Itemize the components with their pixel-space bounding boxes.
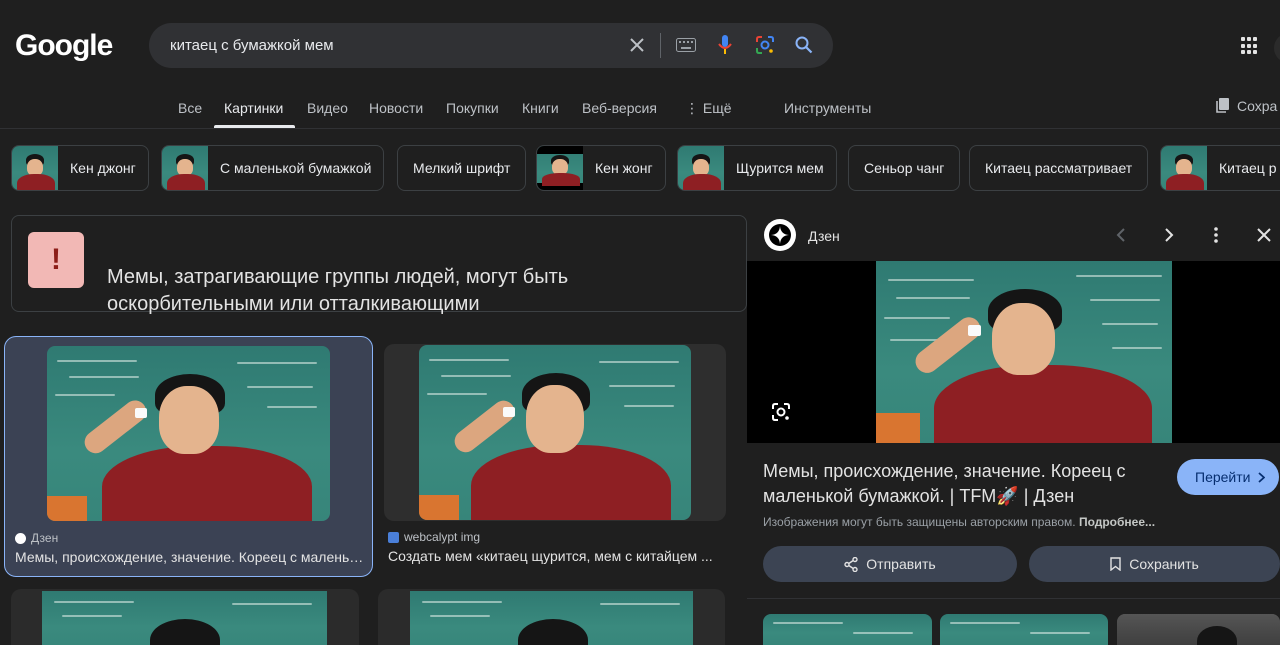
- chip-thumbnail: [537, 146, 583, 190]
- result-card[interactable]: [378, 589, 725, 645]
- search-input[interactable]: китаец с бумажкой мем: [170, 37, 334, 54]
- related-image[interactable]: [940, 614, 1108, 645]
- result-title[interactable]: Мемы, происхождение, значение. Кореец с …: [15, 549, 365, 565]
- bookmark-icon: [1110, 557, 1121, 571]
- result-source: webcalypt img: [388, 530, 480, 544]
- preview-image[interactable]: [876, 261, 1172, 443]
- more-vert-icon[interactable]: [1205, 224, 1227, 246]
- lens-search-icon[interactable]: [769, 400, 793, 424]
- previous-icon[interactable]: [1110, 224, 1132, 246]
- result-card[interactable]: Дзен Мемы, происхождение, значение. Коре…: [4, 336, 373, 577]
- webcalypt-favicon-icon: [388, 531, 399, 543]
- tab-all[interactable]: Все: [178, 100, 202, 116]
- image-preview-panel: Дзен Мемы, происхождение, значение. Коре…: [747, 212, 1280, 645]
- saved-icon[interactable]: [1216, 98, 1230, 113]
- warning-icon: !: [28, 232, 84, 288]
- chip-label: Кен жонг: [595, 160, 653, 176]
- google-logo[interactable]: Google: [15, 29, 113, 63]
- share-button[interactable]: Отправить: [763, 546, 1017, 582]
- chip-label: Сеньор чанг: [864, 160, 945, 176]
- search-box[interactable]: китаец с бумажкой мем: [149, 23, 833, 68]
- result-card[interactable]: [11, 589, 359, 645]
- chip-label: Щурится мем: [736, 160, 824, 176]
- tab-images[interactable]: Картинки: [224, 100, 283, 116]
- search-divider: [660, 33, 661, 58]
- chip-fine-print[interactable]: Мелкий шрифт: [397, 145, 527, 191]
- chip-thumbnail: [162, 146, 208, 190]
- result-image[interactable]: [419, 345, 691, 520]
- preview-area: [747, 261, 1280, 443]
- panel-source-name[interactable]: Дзен: [808, 228, 840, 244]
- related-image[interactable]: [763, 614, 932, 645]
- search-icon[interactable]: [793, 34, 815, 56]
- chip-label: С маленькой бумажкой: [220, 160, 372, 176]
- chip-thumbnail: [1161, 146, 1207, 190]
- related-image[interactable]: [1117, 614, 1280, 645]
- result-title[interactable]: Создать мем «китаец щурится, мем с китай…: [388, 548, 724, 564]
- keyboard-icon[interactable]: [675, 34, 697, 56]
- chip-senor-chang[interactable]: Сеньор чанг: [848, 145, 961, 191]
- result-image[interactable]: [410, 591, 693, 645]
- chip-ken-zhong[interactable]: Кен жонг: [536, 145, 666, 191]
- result-card[interactable]: webcalypt img Создать мем «китаец щуритс…: [383, 336, 729, 577]
- account-avatar[interactable]: [1274, 33, 1280, 63]
- lens-icon[interactable]: [754, 34, 776, 56]
- chip-thumbnail: [12, 146, 58, 190]
- save-button[interactable]: Сохранить: [1029, 546, 1280, 582]
- tab-news[interactable]: Новости: [369, 100, 423, 116]
- content-warning: ! Мемы, затрагивающие группы людей, могу…: [11, 215, 747, 315]
- learn-more-link[interactable]: Подробнее...: [1079, 515, 1155, 529]
- chip-partial[interactable]: Китаец р: [1160, 145, 1280, 191]
- chip-small-paper[interactable]: С маленькой бумажкой: [161, 145, 385, 191]
- next-icon[interactable]: [1158, 224, 1180, 246]
- panel-divider: [747, 598, 1280, 599]
- tab-shopping[interactable]: Покупки: [446, 100, 499, 116]
- apps-grid-icon[interactable]: [1241, 37, 1259, 55]
- chip-examining[interactable]: Китаец рассматривает: [969, 145, 1149, 191]
- result-source: Дзен: [15, 531, 58, 545]
- chip-thumbnail: [678, 146, 724, 190]
- chip-squinting-meme[interactable]: Щурится мем: [677, 145, 837, 191]
- tab-video[interactable]: Видео: [307, 100, 348, 116]
- chip-label: Китаец рассматривает: [985, 160, 1133, 176]
- microphone-icon[interactable]: [714, 34, 736, 56]
- result-image[interactable]: [42, 591, 327, 645]
- chip-label: Мелкий шрифт: [413, 160, 511, 176]
- result-image[interactable]: [47, 346, 330, 521]
- tabs-divider: [0, 128, 1280, 129]
- copyright-notice: Изображения могут быть защищены авторски…: [763, 515, 1156, 529]
- panel-title[interactable]: Мемы, происхождение, значение. Кореец с …: [763, 459, 1163, 509]
- panel-header: Дзен: [747, 212, 1280, 260]
- clear-icon[interactable]: [626, 34, 648, 56]
- tab-tools[interactable]: Инструменты: [784, 100, 871, 116]
- tab-more[interactable]: ⋮ Ещё: [685, 100, 732, 117]
- tab-books[interactable]: Книги: [522, 100, 559, 116]
- close-icon[interactable]: [1253, 224, 1275, 246]
- chevron-right-icon: [1258, 471, 1266, 483]
- saved-link[interactable]: Сохра: [1237, 98, 1277, 114]
- chip-label: Китаец р: [1219, 160, 1277, 176]
- share-icon: [844, 556, 858, 572]
- dzen-logo-icon[interactable]: [764, 219, 796, 251]
- chip-label: Кен джонг: [70, 160, 136, 176]
- chip-ken-jeong[interactable]: Кен джонг: [11, 145, 149, 191]
- tab-web[interactable]: Веб-версия: [582, 100, 657, 116]
- warning-text: Мемы, затрагивающие группы людей, могут …: [107, 266, 569, 315]
- dzen-favicon-icon: [15, 532, 26, 544]
- visit-button[interactable]: Перейти: [1177, 459, 1279, 495]
